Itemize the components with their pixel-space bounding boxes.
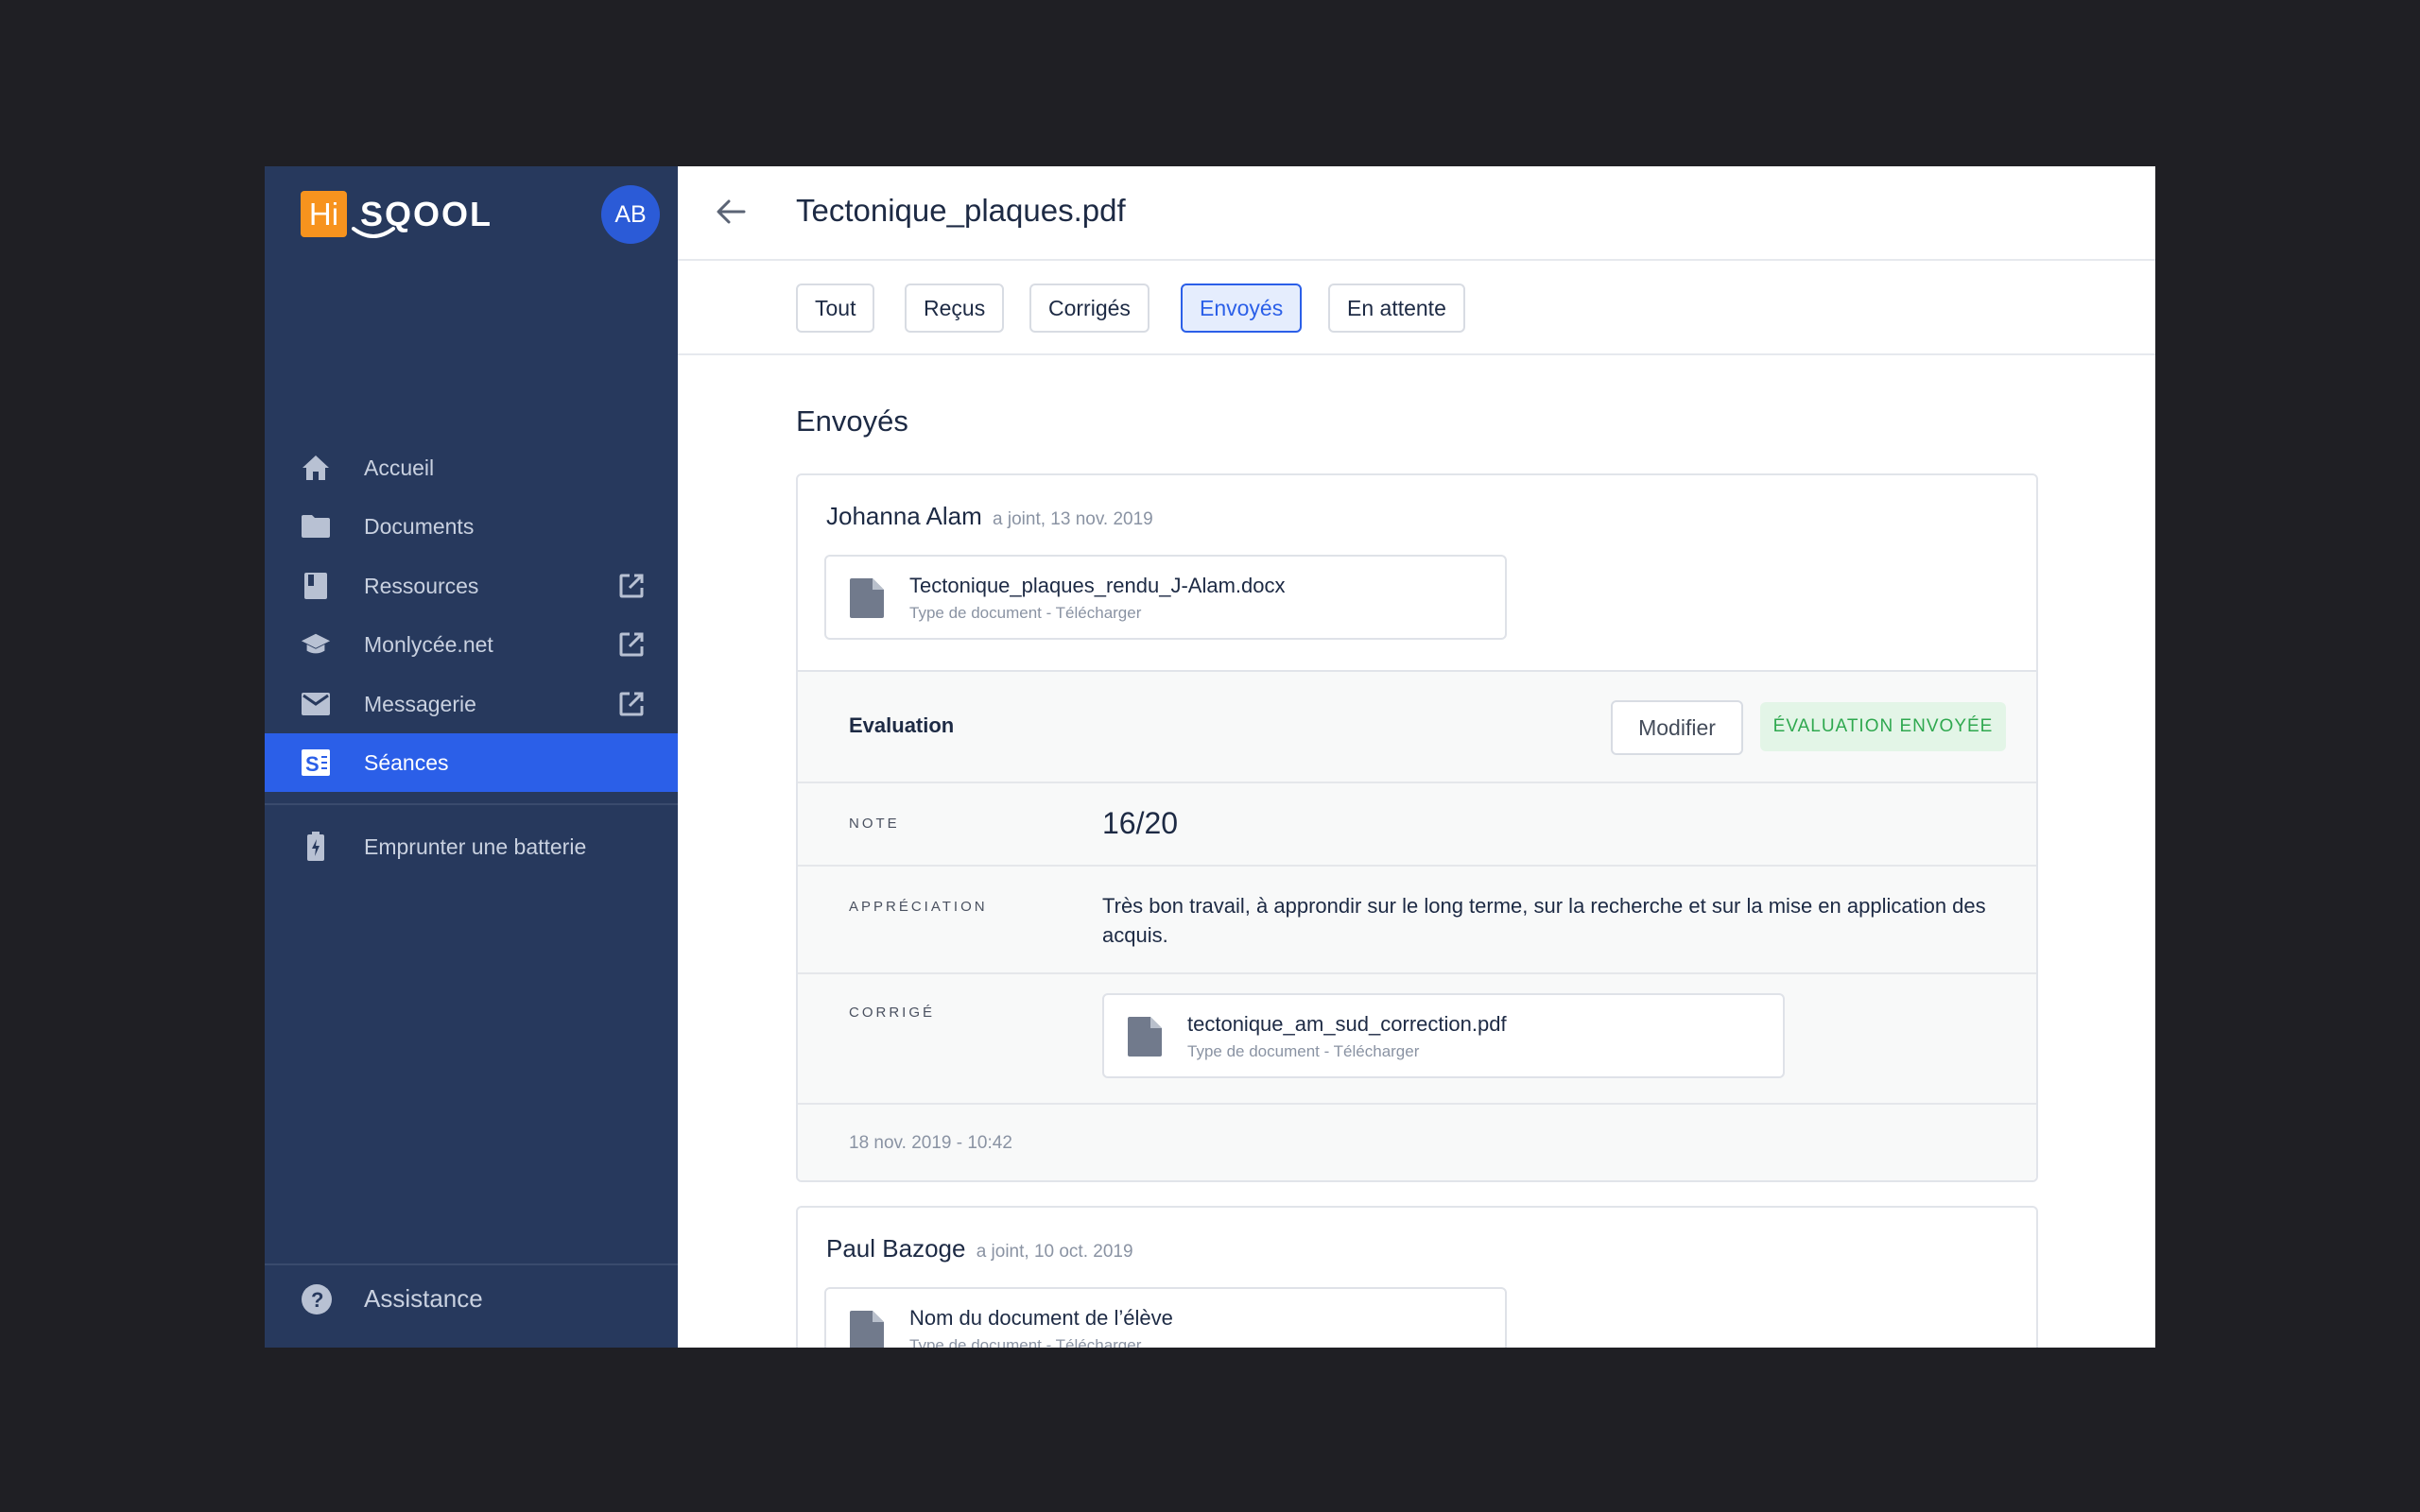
external-link-icon xyxy=(619,574,644,598)
document-icon xyxy=(1128,1017,1162,1057)
sidebar-item-label: Emprunter une batterie xyxy=(364,833,587,859)
divider xyxy=(798,865,2036,867)
status-badge: ÉVALUATION ENVOYÉE xyxy=(1760,702,2006,751)
submission-card: Paul Bazoge a joint, 10 oct. 2019 Nom du… xyxy=(796,1206,2038,1348)
assistance-label: Assistance xyxy=(364,1284,483,1313)
book-icon xyxy=(301,571,331,601)
file-attachment[interactable]: Tectonique_plaques_rendu_J-Alam.docx Typ… xyxy=(824,555,1507,640)
file-subtitle[interactable]: Type de document - Télécharger xyxy=(909,604,1141,623)
submission-meta: a joint, 10 oct. 2019 xyxy=(976,1242,1133,1262)
submission-meta: a joint, 13 nov. 2019 xyxy=(993,509,1153,529)
battery-icon xyxy=(301,832,331,862)
avatar[interactable]: AB xyxy=(601,185,660,244)
appreciation-text: Très bon travail, à approndir sur le lon… xyxy=(1102,894,1986,947)
file-attachment[interactable]: Nom du document de l’élève Type de docum… xyxy=(824,1287,1507,1348)
sidebar-item-monlycee[interactable]: Monlycée.net xyxy=(265,615,678,674)
corrige-label: CORRIGÉ xyxy=(849,1005,936,1021)
student-name: Paul Bazoge xyxy=(826,1234,966,1263)
sidebar-item-label: Monlycée.net xyxy=(364,631,493,657)
mail-icon xyxy=(301,689,331,719)
svg-text:S: S xyxy=(305,752,320,776)
logo-mark: Hi xyxy=(301,191,347,237)
section-title: Envoyés xyxy=(796,404,908,438)
sidebar-item-label: Ressources xyxy=(364,573,479,598)
tab-envoyes[interactable]: Envoyés xyxy=(1181,284,1303,333)
submission-header: Paul Bazoge a joint, 10 oct. 2019 xyxy=(826,1234,1133,1263)
graduation-cap-icon xyxy=(301,629,331,660)
sidebar-item-messagerie[interactable]: Messagerie xyxy=(265,675,678,733)
sidebar-item-accueil[interactable]: Accueil xyxy=(265,438,678,497)
svg-text:?: ? xyxy=(311,1288,323,1312)
help-icon: ? xyxy=(301,1283,333,1322)
sidebar-item-assistance[interactable]: ? Assistance xyxy=(265,1270,678,1329)
back-arrow-icon[interactable] xyxy=(716,198,746,225)
home-icon xyxy=(301,453,331,483)
tab-corriges[interactable]: Corrigés xyxy=(1029,284,1150,333)
sidebar-divider xyxy=(265,1263,678,1265)
document-icon xyxy=(850,578,884,618)
submission-header: Johanna Alam a joint, 13 nov. 2019 xyxy=(826,502,1153,531)
sidebar-item-label: Accueil xyxy=(364,455,435,480)
page-title: Tectonique_plaques.pdf xyxy=(796,193,1126,228)
modify-button[interactable]: Modifier xyxy=(1611,700,1743,755)
divider xyxy=(798,1103,2036,1105)
note-label: NOTE xyxy=(849,816,900,832)
logo[interactable]: Hi SQOOL xyxy=(301,191,493,238)
corrige-file[interactable]: tectonique_am_sud_correction.pdf Type de… xyxy=(1102,993,1785,1078)
external-link-icon xyxy=(619,632,644,657)
tab-tout[interactable]: Tout xyxy=(796,284,875,333)
submission-card: Johanna Alam a joint, 13 nov. 2019 Tecto… xyxy=(796,473,2038,1182)
divider xyxy=(798,972,2036,974)
app-window: Hi SQOOL AB Accueil Documents Ressources xyxy=(265,166,2155,1348)
sidebar-item-batterie[interactable]: Emprunter une batterie xyxy=(265,817,678,876)
tab-recus[interactable]: Reçus xyxy=(905,284,1005,333)
sidebar-item-documents[interactable]: Documents xyxy=(265,497,678,556)
divider xyxy=(798,782,2036,783)
external-link-icon xyxy=(619,692,644,716)
sidebar-divider xyxy=(265,803,678,805)
file-subtitle[interactable]: Type de document - Télécharger xyxy=(1187,1042,1419,1061)
evaluation-panel: Evaluation Modifier ÉVALUATION ENVOYÉE N… xyxy=(798,670,2036,1180)
folder-icon xyxy=(301,511,331,541)
appreciation-label: APPRÉCIATION xyxy=(849,899,988,915)
sidebar-item-label: Séances xyxy=(364,749,449,775)
tabs-bar: Tout Reçus Corrigés Envoyés En attente xyxy=(678,261,2155,355)
main-content: Tectonique_plaques.pdf Tout Reçus Corrig… xyxy=(678,166,2155,1348)
file-name[interactable]: Nom du document de l’élève xyxy=(909,1306,1173,1331)
sidebar: Hi SQOOL AB Accueil Documents Ressources xyxy=(265,166,678,1348)
sidebar-item-ressources[interactable]: Ressources xyxy=(265,557,678,615)
sidebar-item-label: Messagerie xyxy=(364,691,476,716)
seances-icon: S xyxy=(301,747,331,778)
document-icon xyxy=(850,1311,884,1348)
evaluation-title: Evaluation xyxy=(849,713,955,737)
logo-smile-icon xyxy=(352,227,395,238)
evaluation-date: 18 nov. 2019 - 10:42 xyxy=(849,1133,1012,1153)
file-name[interactable]: Tectonique_plaques_rendu_J-Alam.docx xyxy=(909,574,1285,598)
student-name: Johanna Alam xyxy=(826,502,982,530)
sidebar-item-seances[interactable]: S Séances xyxy=(265,733,678,792)
header: Tectonique_plaques.pdf xyxy=(678,166,2155,261)
file-subtitle[interactable]: Type de document - Télécharger xyxy=(909,1336,1141,1348)
note-value: 16/20 xyxy=(1102,806,1179,840)
tab-en-attente[interactable]: En attente xyxy=(1328,284,1465,333)
file-name[interactable]: tectonique_am_sud_correction.pdf xyxy=(1187,1012,1507,1037)
sidebar-item-label: Documents xyxy=(364,513,475,539)
